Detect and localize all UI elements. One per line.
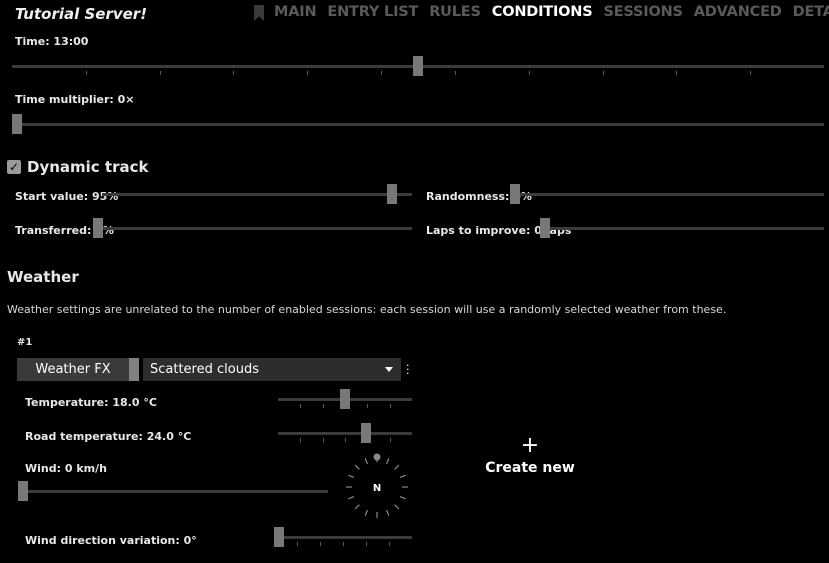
dynamic-track-checkbox[interactable]: ✓ <box>7 160 21 174</box>
time-multiplier-slider[interactable] <box>12 114 824 134</box>
slider-track <box>102 193 412 196</box>
slider-tick <box>323 438 324 442</box>
slider-tick <box>676 71 677 75</box>
slider-tick <box>603 71 604 75</box>
slider-tick <box>323 404 324 408</box>
slider-track <box>274 536 412 539</box>
wind-direction-variation-slider[interactable] <box>274 527 412 547</box>
slider-track <box>12 123 824 126</box>
slider-track <box>93 227 412 230</box>
weather-fx-toggle[interactable]: Weather FX <box>17 358 139 381</box>
transferred-slider[interactable] <box>93 218 412 238</box>
slider-tick <box>320 542 321 546</box>
slider-thumb[interactable] <box>361 423 371 443</box>
tab-advanced[interactable]: ADVANCED <box>694 4 782 20</box>
tab-conditions[interactable]: CONDITIONS <box>492 4 593 20</box>
wind-label: Wind: 0 km/h <box>25 462 107 475</box>
tab-sessions[interactable]: SESSIONS <box>603 4 682 20</box>
slider-tick <box>389 542 390 546</box>
wind-direction-compass[interactable]: N <box>337 448 417 526</box>
slider-tick <box>750 71 751 75</box>
tab-details[interactable]: DETAILS <box>793 4 829 20</box>
app-title: Tutorial Server! <box>15 5 148 23</box>
slider-tick <box>455 71 456 75</box>
compass-tick <box>348 474 355 478</box>
compass-direction-handle[interactable] <box>373 453 381 461</box>
slider-track <box>18 490 328 493</box>
temperature-slider[interactable] <box>278 389 412 409</box>
wind-slider[interactable] <box>18 481 328 501</box>
compass-tick <box>364 458 368 465</box>
slider-tick <box>300 404 301 408</box>
compass-tick <box>399 496 406 500</box>
plus-icon: + <box>520 433 540 458</box>
slider-tick <box>307 71 308 75</box>
wind-direction-variation-label: Wind direction variation: 0° <box>25 534 197 547</box>
slider-tick <box>367 404 368 408</box>
compass-north-label: N <box>373 483 381 494</box>
slider-tick <box>345 438 346 442</box>
road-temperature-slider[interactable] <box>278 423 412 443</box>
create-new-label: Create new <box>485 460 575 476</box>
weather-description: Weather settings are unrelated to the nu… <box>7 303 727 316</box>
compass-tick <box>348 496 355 500</box>
slider-thumb[interactable] <box>340 389 350 409</box>
slider-thumb[interactable] <box>93 218 103 238</box>
slider-track <box>278 432 412 435</box>
start-value-slider[interactable] <box>102 184 412 204</box>
time-slider[interactable] <box>12 56 824 76</box>
slider-tick <box>297 542 298 546</box>
slider-tick <box>86 71 87 75</box>
compass-tick <box>364 509 368 516</box>
slider-thumb[interactable] <box>413 56 423 76</box>
time-label: Time: 13:00 <box>15 35 89 48</box>
randomness-slider[interactable] <box>510 184 824 204</box>
tab-entry-list[interactable]: ENTRY LIST <box>327 4 418 20</box>
create-new-weather-button[interactable]: + Create new <box>470 433 590 477</box>
bookmark-icon[interactable] <box>254 5 264 21</box>
slider-tick <box>366 542 367 546</box>
slider-tick <box>390 404 391 408</box>
weather-fx-label: Weather FX <box>35 362 111 377</box>
compass-tick <box>354 504 360 510</box>
tab-bar: MAIN ENTRY LIST RULES CONDITIONS SESSION… <box>274 4 829 20</box>
slider-track <box>510 193 824 196</box>
slider-tick <box>390 438 391 442</box>
slider-track <box>540 227 824 230</box>
tab-main[interactable]: MAIN <box>274 4 317 20</box>
time-multiplier-label: Time multiplier: 0× <box>15 93 135 106</box>
road-temperature-label: Road temperature: 24.0 °C <box>25 430 192 443</box>
compass-tick <box>394 504 400 510</box>
dynamic-track-heading: Dynamic track <box>27 158 149 176</box>
slider-tick <box>160 71 161 75</box>
slider-tick <box>233 71 234 75</box>
slider-tick <box>529 71 530 75</box>
slider-thumb[interactable] <box>274 527 284 547</box>
slider-thumb[interactable] <box>540 218 550 238</box>
compass-tick <box>354 464 360 470</box>
slider-thumb[interactable] <box>510 184 520 204</box>
chevron-down-icon <box>385 367 393 372</box>
slider-thumb[interactable] <box>387 184 397 204</box>
slider-tick <box>381 71 382 75</box>
compass-tick <box>399 474 406 478</box>
more-options-icon[interactable]: · · · <box>406 360 410 379</box>
weather-type-value: Scattered clouds <box>150 362 259 377</box>
slider-thumb[interactable] <box>18 481 28 501</box>
weather-entry-index: #1 <box>17 337 33 348</box>
temperature-label: Temperature: 18.0 °C <box>25 396 157 409</box>
weather-fx-switch-knob <box>129 358 139 381</box>
compass-tick <box>386 458 390 465</box>
weather-heading: Weather <box>7 268 79 286</box>
tab-rules[interactable]: RULES <box>429 4 481 20</box>
compass-tick <box>386 509 390 516</box>
laps-to-improve-slider[interactable] <box>540 218 824 238</box>
slider-tick <box>300 438 301 442</box>
slider-tick <box>343 542 344 546</box>
weather-type-select[interactable]: Scattered clouds <box>143 358 401 381</box>
slider-thumb[interactable] <box>12 114 22 134</box>
compass-tick <box>394 464 400 470</box>
